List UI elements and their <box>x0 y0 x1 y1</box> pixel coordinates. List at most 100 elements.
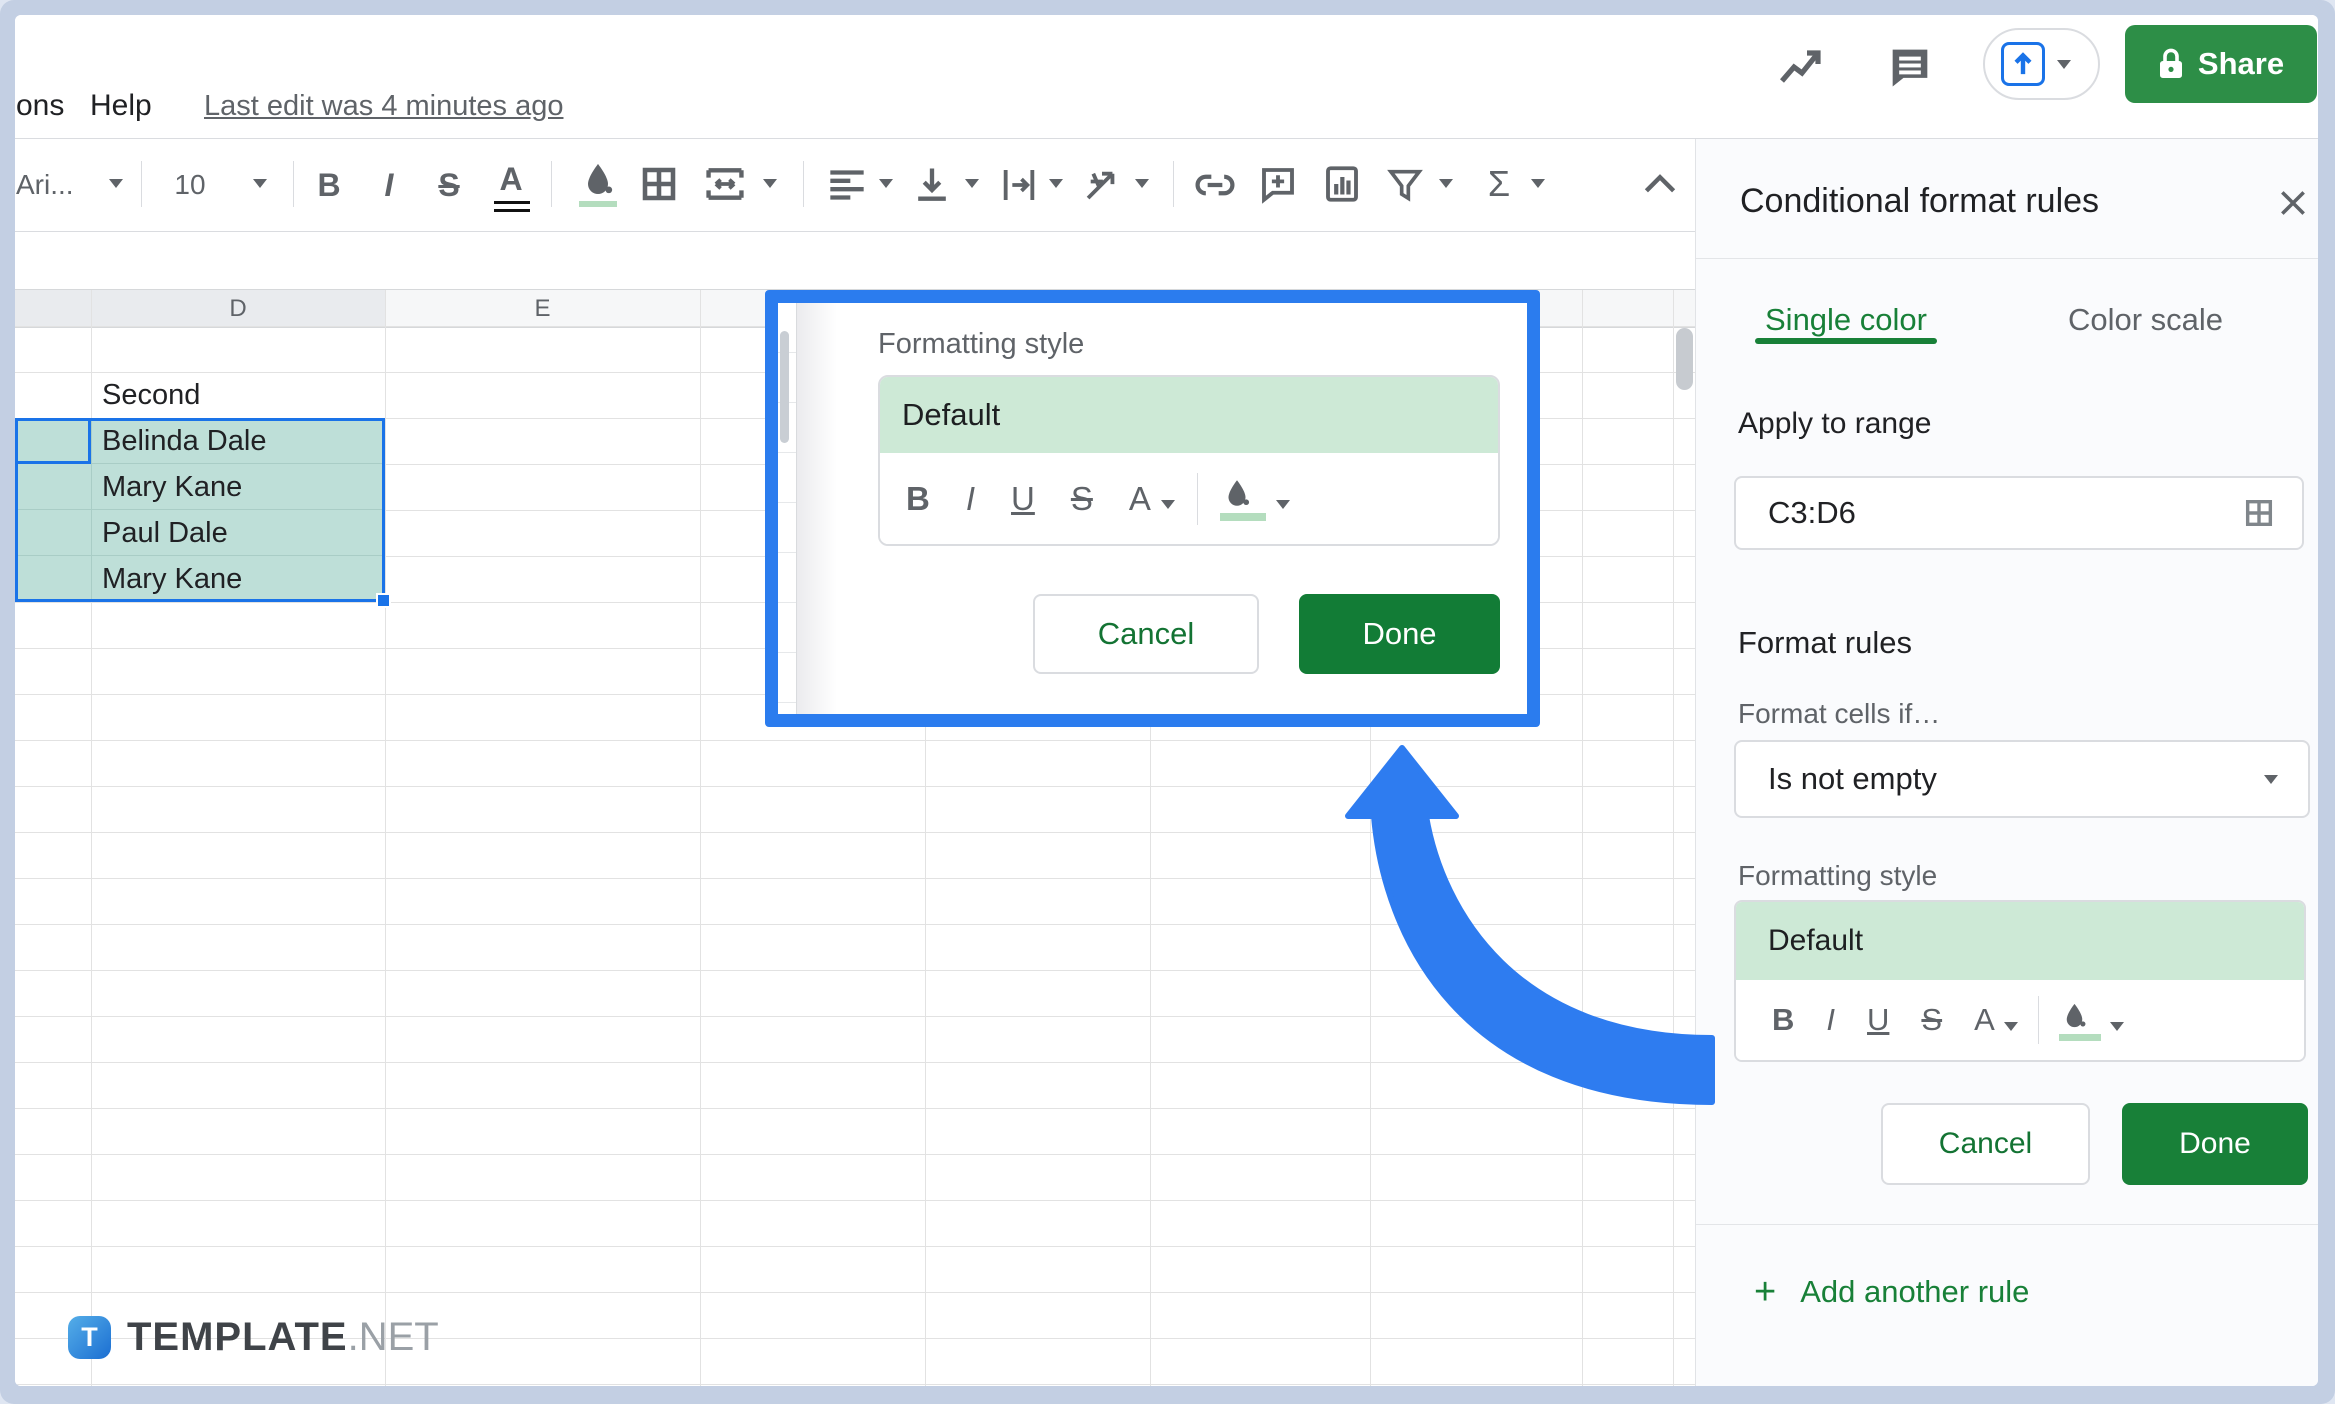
insert-chart-icon[interactable] <box>1321 163 1363 205</box>
panel-title: Conditional format rules <box>1740 182 2100 220</box>
font-size-caret[interactable] <box>253 179 267 188</box>
tab-color-scale-label: Color scale <box>2067 302 2224 337</box>
panel-style-toolbar: B I U S A <box>1736 980 2304 1060</box>
fill-color-caret[interactable] <box>1275 500 1290 509</box>
range-value: C3:D6 <box>1768 495 1856 530</box>
callout-formatting-style-label: Formatting style <box>878 328 1085 360</box>
present-button[interactable] <box>1983 28 2100 100</box>
merge-caret[interactable] <box>763 179 777 188</box>
tab-color-scale[interactable]: Color scale <box>2058 295 2233 345</box>
text-color-icon[interactable]: A <box>1974 1002 1995 1038</box>
horizontal-align-icon[interactable] <box>827 167 867 203</box>
callout-style-container: Default B I U S A <box>878 375 1500 546</box>
italic-icon[interactable]: I <box>367 163 411 207</box>
bold-icon[interactable]: B <box>906 480 930 518</box>
callout-style-value: Default <box>902 397 1001 432</box>
range-input[interactable]: C3:D6 <box>1734 476 2304 550</box>
add-another-rule-button[interactable]: + Add another rule <box>1754 1270 2029 1314</box>
panel-style-preview: Default <box>1736 902 2304 980</box>
present-dropdown-caret[interactable] <box>2057 59 2071 69</box>
add-comment-icon[interactable] <box>1257 163 1299 205</box>
filter-icon[interactable] <box>1385 165 1425 205</box>
panel-style-container: Default B I U S A <box>1734 900 2306 1062</box>
active-cell-border <box>15 418 91 464</box>
font-name-caret[interactable] <box>109 179 123 188</box>
text-color-icon[interactable]: A <box>489 157 533 201</box>
cell-d2[interactable]: Second <box>102 372 200 418</box>
callout-style-toolbar: B I U S A <box>880 453 1498 544</box>
font-name-select[interactable]: Ari... <box>16 165 74 205</box>
functions-icon[interactable]: Σ <box>1477 161 1521 207</box>
merge-cells-icon[interactable] <box>703 163 747 205</box>
callout-panel-shadow <box>797 303 837 714</box>
text-rotate-caret[interactable] <box>1135 179 1149 188</box>
panel-done-button[interactable]: Done <box>2122 1103 2308 1185</box>
menu-item-help[interactable]: Help <box>90 88 152 124</box>
callout-done-button[interactable]: Done <box>1299 594 1500 674</box>
condition-value: Is not empty <box>1768 761 1937 796</box>
select-range-icon[interactable] <box>2242 496 2276 530</box>
font-size-select[interactable]: 10 <box>157 165 223 205</box>
template-badge-letter: T <box>81 1322 98 1352</box>
toolbar-divider <box>1196 472 1198 525</box>
vertical-align-icon[interactable] <box>913 163 951 205</box>
callout-scrollbar-fragment <box>780 331 789 443</box>
strikethrough-icon[interactable]: S <box>1921 1002 1942 1038</box>
bold-icon[interactable]: B <box>1772 1002 1794 1038</box>
text-color-caret[interactable] <box>1160 500 1175 509</box>
borders-icon[interactable] <box>638 163 680 205</box>
fill-color-icon[interactable] <box>578 159 618 207</box>
watermark: T TEMPLATE .NET <box>68 1315 439 1360</box>
strikethrough-icon[interactable]: S <box>427 163 471 207</box>
fill-color-icon[interactable] <box>2058 1000 2101 1041</box>
lock-icon <box>2159 48 2182 78</box>
vertical-align-caret[interactable] <box>965 179 979 188</box>
column-header-e[interactable]: E <box>385 290 700 327</box>
italic-icon[interactable]: I <box>966 480 975 518</box>
horizontal-align-caret[interactable] <box>879 179 893 188</box>
selection-fill-handle[interactable] <box>376 593 391 608</box>
bold-icon[interactable]: B <box>307 163 351 207</box>
text-rotate-icon[interactable] <box>1081 165 1123 205</box>
condition-caret <box>2264 774 2278 784</box>
text-wrap-icon[interactable] <box>999 165 1039 205</box>
trend-icon[interactable] <box>1778 45 1826 89</box>
template-badge: T <box>68 1316 111 1359</box>
tab-single-color-underline <box>1755 338 1937 344</box>
column-header-d[interactable]: D <box>91 290 385 327</box>
condition-dropdown[interactable]: Is not empty <box>1734 740 2310 818</box>
text-color-caret[interactable] <box>2003 1021 2018 1031</box>
app-window: ons Help Last edit was 4 minutes ago Sha… <box>15 15 2318 1386</box>
last-edit-link[interactable]: Last edit was 4 minutes ago <box>204 88 563 124</box>
functions-caret[interactable] <box>1531 179 1545 188</box>
fill-color-caret[interactable] <box>2109 1021 2124 1031</box>
format-cells-if-label: Format cells if… <box>1738 698 1941 729</box>
underline-icon[interactable]: U <box>1867 1002 1889 1038</box>
fill-color-icon[interactable] <box>1219 476 1266 521</box>
watermark-brand-bold: TEMPLATE <box>127 1315 348 1359</box>
strikethrough-icon[interactable]: S <box>1071 480 1093 518</box>
italic-icon[interactable]: I <box>1826 1002 1835 1038</box>
watermark-brand-light: .NET <box>347 1315 439 1359</box>
share-button[interactable]: Share <box>2125 25 2317 103</box>
text-color-sample2 <box>494 209 530 212</box>
panel-style-value: Default <box>1768 924 1864 957</box>
underline-icon[interactable]: U <box>1011 480 1035 518</box>
format-rules-label: Format rules <box>1738 625 1912 660</box>
callout-style-preview: Default <box>880 377 1498 453</box>
add-another-rule-label: Add another rule <box>1800 1274 2030 1309</box>
panel-cancel-button[interactable]: Cancel <box>1881 1103 2090 1185</box>
text-color-icon[interactable]: A <box>1129 480 1151 518</box>
collapse-toolbar-icon[interactable] <box>1643 173 1677 195</box>
insert-link-icon[interactable] <box>1193 169 1237 201</box>
sheet-scrollbar-thumb[interactable] <box>1676 328 1693 390</box>
menu-item-extensions[interactable]: ons <box>16 88 64 124</box>
close-icon[interactable] <box>2277 187 2309 219</box>
callout-box: Formatting style Default B I U S A Cance… <box>765 290 1540 727</box>
filter-caret[interactable] <box>1439 179 1453 188</box>
toolbar-divider <box>2037 996 2039 1044</box>
callout-cancel-button[interactable]: Cancel <box>1033 594 1259 674</box>
apply-to-range-label: Apply to range <box>1738 407 1932 440</box>
text-wrap-caret[interactable] <box>1049 179 1063 188</box>
comment-history-icon[interactable] <box>1884 41 1936 93</box>
